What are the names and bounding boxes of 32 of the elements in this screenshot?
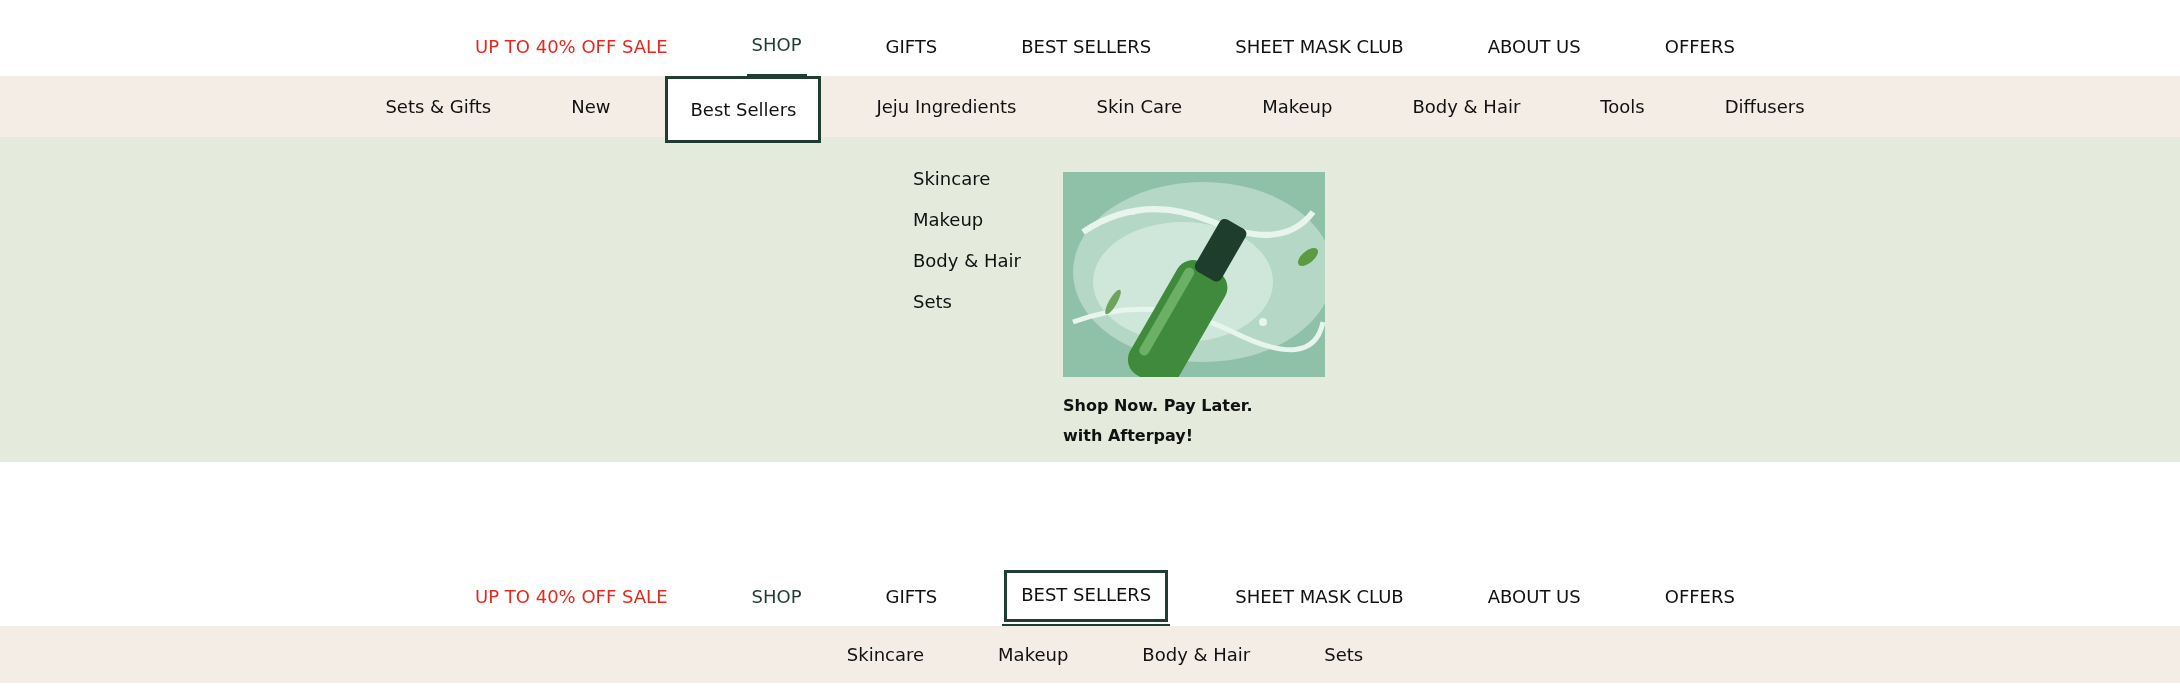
category-link[interactable]: Jeju Ingredients	[851, 76, 1042, 137]
dropdown-link[interactable]: Sets	[913, 290, 1033, 314]
category-link[interactable]: Tools	[1575, 76, 1670, 137]
category-link[interactable]: Skin Care	[1071, 76, 1208, 137]
subcategory-link[interactable]: Sets	[1302, 644, 1386, 665]
category-link[interactable]: New	[546, 76, 636, 137]
nav-link[interactable]: ABOUT US	[1470, 572, 1598, 624]
nav-link[interactable]: GIFTS	[868, 22, 955, 74]
sale-link[interactable]: UP TO 40% OFF SALE	[458, 22, 685, 74]
subcategory-link[interactable]: Makeup	[976, 644, 1091, 665]
dropdown-link[interactable]: Body & Hair	[913, 249, 1033, 273]
category-link[interactable]: Sets & Gifts	[360, 76, 517, 137]
category-link[interactable]: Makeup	[1237, 76, 1358, 137]
subcategory-link[interactable]: Skincare	[824, 644, 947, 665]
dropdown-link[interactable]: Skincare	[913, 167, 1033, 191]
nav-link[interactable]: SHOP	[734, 572, 819, 624]
category-link[interactable]: Best Sellers	[665, 76, 822, 143]
nav-link[interactable]: OFFERS	[1647, 22, 1752, 74]
nav-link[interactable]: BEST SELLERS	[1004, 22, 1169, 74]
nav-link[interactable]: SHEET MASK CLUB	[1218, 22, 1421, 74]
dropdown-link[interactable]: Makeup	[913, 208, 1033, 232]
subcategory-link[interactable]: Body & Hair	[1120, 644, 1273, 665]
nav-link[interactable]: GIFTS	[868, 572, 955, 624]
nav-link[interactable]: OFFERS	[1647, 572, 1752, 624]
nav-link[interactable]: BEST SELLERS	[1004, 570, 1169, 622]
nav-link[interactable]: SHEET MASK CLUB	[1218, 572, 1421, 624]
nav-link[interactable]: SHOP	[734, 20, 819, 72]
sale-link[interactable]: UP TO 40% OFF SALE	[458, 572, 685, 624]
nav-link[interactable]: ABOUT US	[1470, 22, 1598, 74]
category-link[interactable]: Diffusers	[1699, 76, 1830, 137]
promo-caption: Shop Now. Pay Later. with Afterpay!	[1063, 395, 1254, 447]
category-link[interactable]: Body & Hair	[1387, 76, 1546, 137]
